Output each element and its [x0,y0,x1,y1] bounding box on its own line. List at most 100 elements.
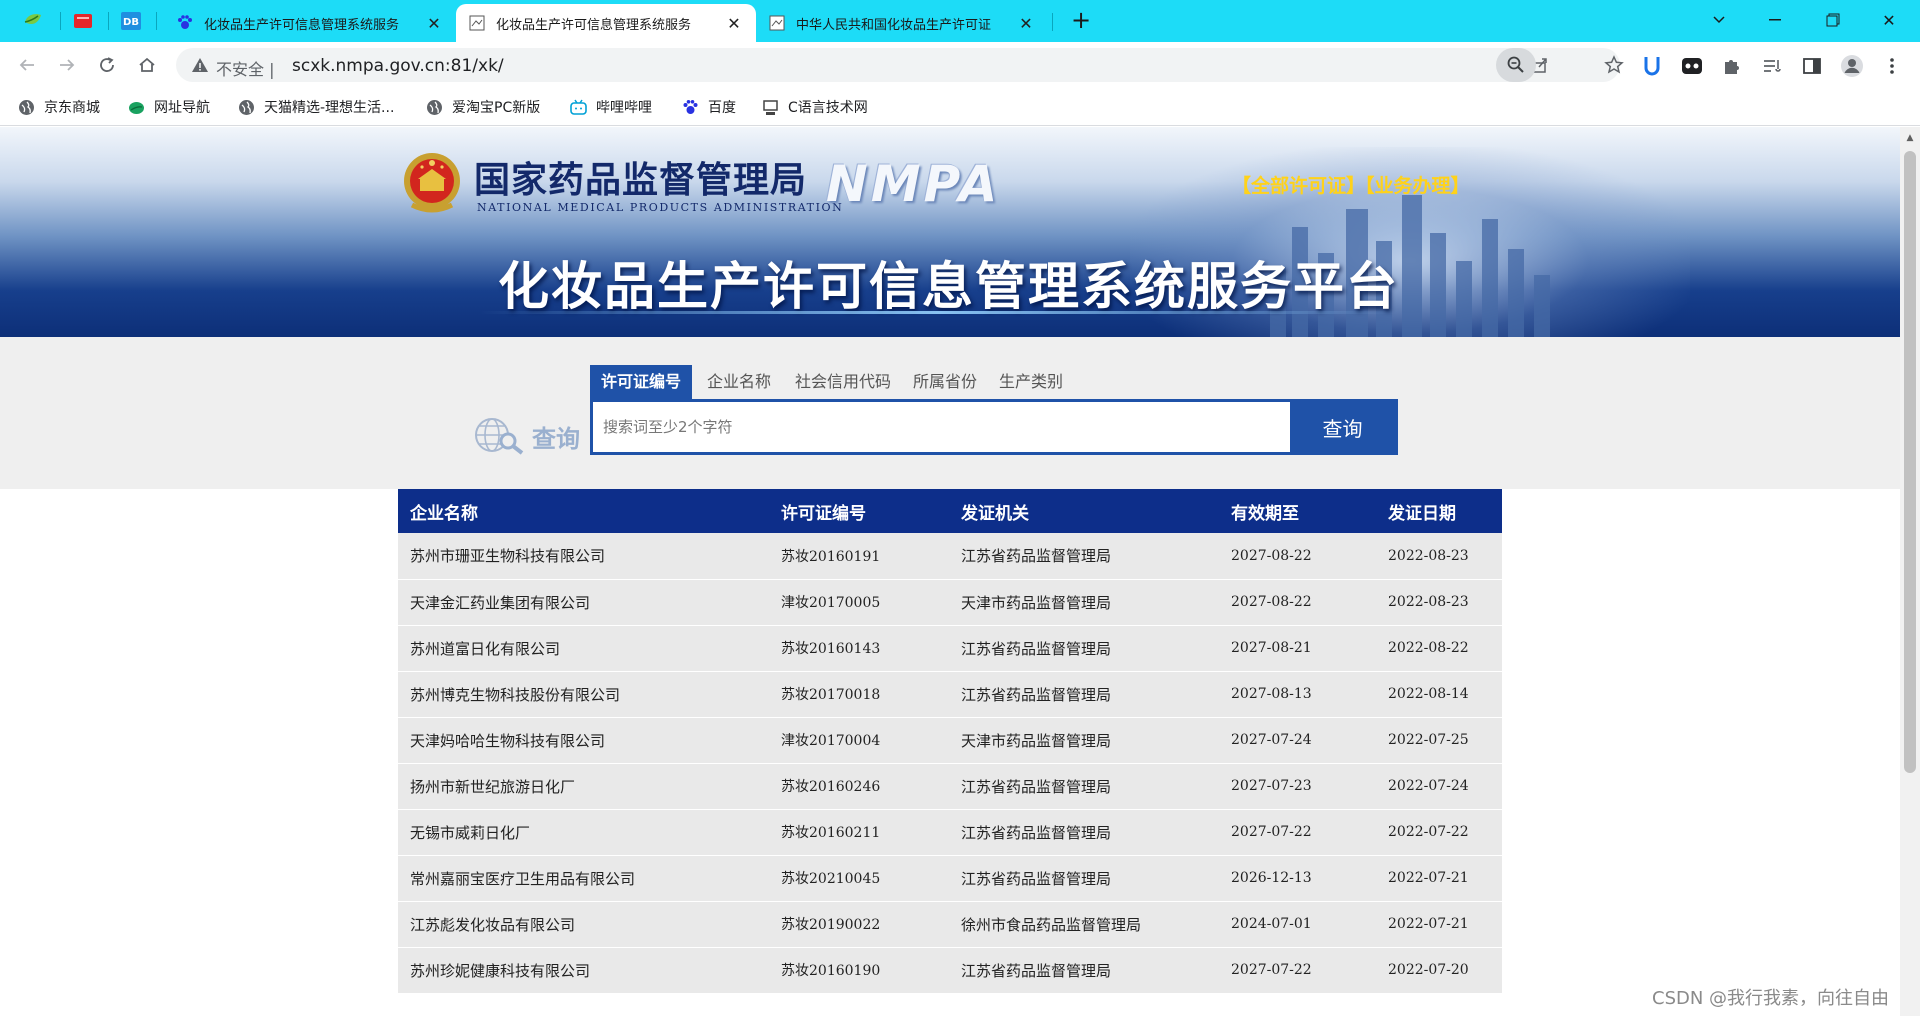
search-tab-license-number[interactable]: 许可证编号 [590,365,693,399]
bookmark-star-icon[interactable] [1604,55,1624,75]
cell-issuer: 江苏省药品监督管理局 [949,763,1219,810]
cell-issue-date: 2022-07-22 [1376,809,1502,856]
cell-issuer: 江苏省药品监督管理局 [949,855,1219,902]
bookmark-jd[interactable]: 京东商城 [18,97,100,117]
tab-search-chevron-icon[interactable] [1696,4,1742,36]
reading-list-icon[interactable] [1760,54,1784,78]
tab-close-icon[interactable]: ✕ [424,13,444,33]
page-scrollbar[interactable]: ▲ [1900,127,1920,1016]
cell-issue-date: 2022-08-22 [1376,625,1502,672]
pinned-tab-red-book-icon[interactable] [70,8,96,34]
cell-company[interactable]: 扬州市新世纪旅游日化厂 [398,763,769,810]
bookmark-label: 京东商城 [44,100,100,116]
url-text[interactable]: scxk.nmpa.gov.cn:81/xk/ [292,56,504,76]
puzzle-extensions-icon[interactable] [1720,54,1744,78]
bookmark-daohang[interactable]: 网址导航 [128,97,210,117]
reload-icon[interactable] [92,50,122,80]
cell-company[interactable]: 苏州市珊亚生物科技有限公司 [398,533,769,580]
tab-1[interactable]: 化妆品生产许可信息管理系统服务 ✕ [164,4,456,42]
warning-triangle-icon[interactable] [190,55,210,75]
cell-issue-date: 2022-07-20 [1376,947,1502,994]
table-row[interactable]: 天津金汇药业集团有限公司 津妆20170005 天津市药品监督管理局 2027-… [398,579,1502,626]
bookmark-bilibili[interactable]: 哔哩哔哩 [570,97,652,117]
cell-valid-until: 2027-07-22 [1219,809,1376,856]
forward-arrow-icon[interactable] [52,50,82,80]
col-header-valid-until: 有效期至 [1219,489,1376,533]
bookmark-aitaobao[interactable]: 爱淘宝PC新版 [426,97,540,117]
cell-company[interactable]: 苏州道富日化有限公司 [398,625,769,672]
back-arrow-icon[interactable] [12,50,42,80]
search-area: 查询 许可证编号 企业名称 社会信用代码 所属省份 生产类别 查询 [0,337,1900,489]
scroll-up-arrow-icon[interactable]: ▲ [1904,131,1916,145]
search-tab-production-category[interactable]: 生产类别 [988,365,1074,399]
table-row[interactable]: 扬州市新世纪旅游日化厂 苏妆20160246 江苏省药品监督管理局 2027-0… [398,763,1502,810]
tab-2-active[interactable]: 化妆品生产许可信息管理系统服务 ✕ [456,4,756,42]
table-row[interactable]: 苏州珍妮健康科技有限公司 苏妆20160190 江苏省药品监督管理局 2027-… [398,947,1502,994]
search-button[interactable]: 查询 [1290,402,1395,452]
cell-issue-date: 2022-08-14 [1376,671,1502,718]
home-icon[interactable] [132,50,162,80]
cell-company[interactable]: 无锡市威莉日化厂 [398,809,769,856]
address-bar[interactable]: 不安全 | scxk.nmpa.gov.cn:81/xk/ [176,48,1624,82]
national-emblem-icon [404,153,460,213]
cell-issue-date: 2022-07-24 [1376,763,1502,810]
site-banner: 国家药品监督管理局 NATIONAL MEDICAL PRODUCTS ADMI… [0,127,1900,337]
u-extension-icon[interactable] [1640,54,1664,78]
cell-company[interactable]: 苏州珍妮健康科技有限公司 [398,947,769,994]
scrollbar-thumb[interactable] [1904,151,1916,773]
bookmark-tmall[interactable]: 天猫精选-理想生活... [238,97,394,117]
pinned-tab-db-icon[interactable]: DB [118,8,144,34]
more-menu-icon[interactable] [1880,54,1904,78]
table-row[interactable]: 苏州博克生物科技股份有限公司 苏妆20170018 江苏省药品监督管理局 202… [398,671,1502,718]
page-viewport: 国家药品监督管理局 NATIONAL MEDICAL PRODUCTS ADMI… [0,127,1900,1016]
query-label: 查询 [532,425,580,453]
mask-extension-icon[interactable] [1680,54,1704,78]
minimize-icon[interactable] [1752,4,1798,36]
csdn-watermark: CSDN @我行我素，向往自由 [1652,988,1890,1009]
bookmark-clang[interactable]: C语言技术网 [762,97,868,117]
close-window-icon[interactable]: ✕ [1866,4,1912,36]
cell-valid-until: 2027-08-22 [1219,533,1376,580]
nmpa-logo-text: NMPA [826,155,1001,213]
cell-valid-until: 2027-07-23 [1219,763,1376,810]
bookmark-label: 天猫精选-理想生活... [264,100,395,116]
cell-company[interactable]: 江苏彪发化妆品有限公司 [398,901,769,948]
search-tab-company-name[interactable]: 企业名称 [696,365,782,399]
table-row[interactable]: 天津妈哈哈生物科技有限公司 津妆20170004 天津市药品监督管理局 2027… [398,717,1502,764]
col-header-company: 企业名称 [398,489,769,533]
bookmark-label: 爱淘宝PC新版 [452,100,541,116]
new-tab-plus-icon[interactable]: + [1068,8,1094,34]
cell-company[interactable]: 天津妈哈哈生物科技有限公司 [398,717,769,764]
insecure-label[interactable]: 不安全 | [216,56,275,80]
search-tab-province[interactable]: 所属省份 [902,365,988,399]
tab-close-icon[interactable]: ✕ [1016,13,1036,33]
license-business-links[interactable]: 【全部许可证】【业务办理】 [1232,171,1470,198]
table-row[interactable]: 江苏彪发化妆品有限公司 苏妆20190022 徐州市食品药品监督管理局 2024… [398,901,1502,948]
browser-tab-strip: DB 化妆品生产许可信息管理系统服务 ✕ 化妆品生产许可信息管理系统服务 ✕ 中… [0,0,1920,42]
search-tab-credit-code[interactable]: 社会信用代码 [784,365,902,399]
search-input[interactable] [593,402,1290,452]
table-row[interactable]: 无锡市威莉日化厂 苏妆20160211 江苏省药品监督管理局 2027-07-2… [398,809,1502,856]
cell-company[interactable]: 苏州博克生物科技股份有限公司 [398,671,769,718]
restore-icon[interactable] [1810,4,1856,36]
cell-company[interactable]: 天津金汇药业集团有限公司 [398,579,769,626]
page-document-icon [469,15,485,31]
cell-issuer: 天津市药品监督管理局 [949,579,1219,626]
tab-3[interactable]: 中华人民共和国化妆品生产许可证 ✕ [756,4,1048,42]
pinned-tab-leaf-icon[interactable] [20,8,46,34]
table-row[interactable]: 苏州道富日化有限公司 苏妆20160143 江苏省药品监督管理局 2027-08… [398,625,1502,672]
cell-license-number: 苏妆20210045 [769,855,949,902]
bookmark-baidu[interactable]: 百度 [682,97,736,117]
tab-close-icon[interactable]: ✕ [724,13,744,33]
cell-issuer: 江苏省药品监督管理局 [949,533,1219,580]
profile-avatar-icon[interactable] [1840,54,1864,78]
cell-issuer: 江苏省药品监督管理局 [949,809,1219,856]
table-row[interactable]: 常州嘉丽宝医疗卫生用品有限公司 苏妆20210045 江苏省药品监督管理局 20… [398,855,1502,902]
zoom-indicator[interactable] [1496,48,1536,82]
side-panel-icon[interactable] [1800,54,1824,78]
table-row[interactable]: 苏州市珊亚生物科技有限公司 苏妆20160191 江苏省药品监督管理局 2027… [398,533,1502,580]
cell-company[interactable]: 常州嘉丽宝医疗卫生用品有限公司 [398,855,769,902]
globe-icon [239,99,254,115]
cell-license-number: 苏妆20160190 [769,947,949,994]
table-header-row: 企业名称 许可证编号 发证机关 有效期至 发证日期 [398,489,1502,533]
